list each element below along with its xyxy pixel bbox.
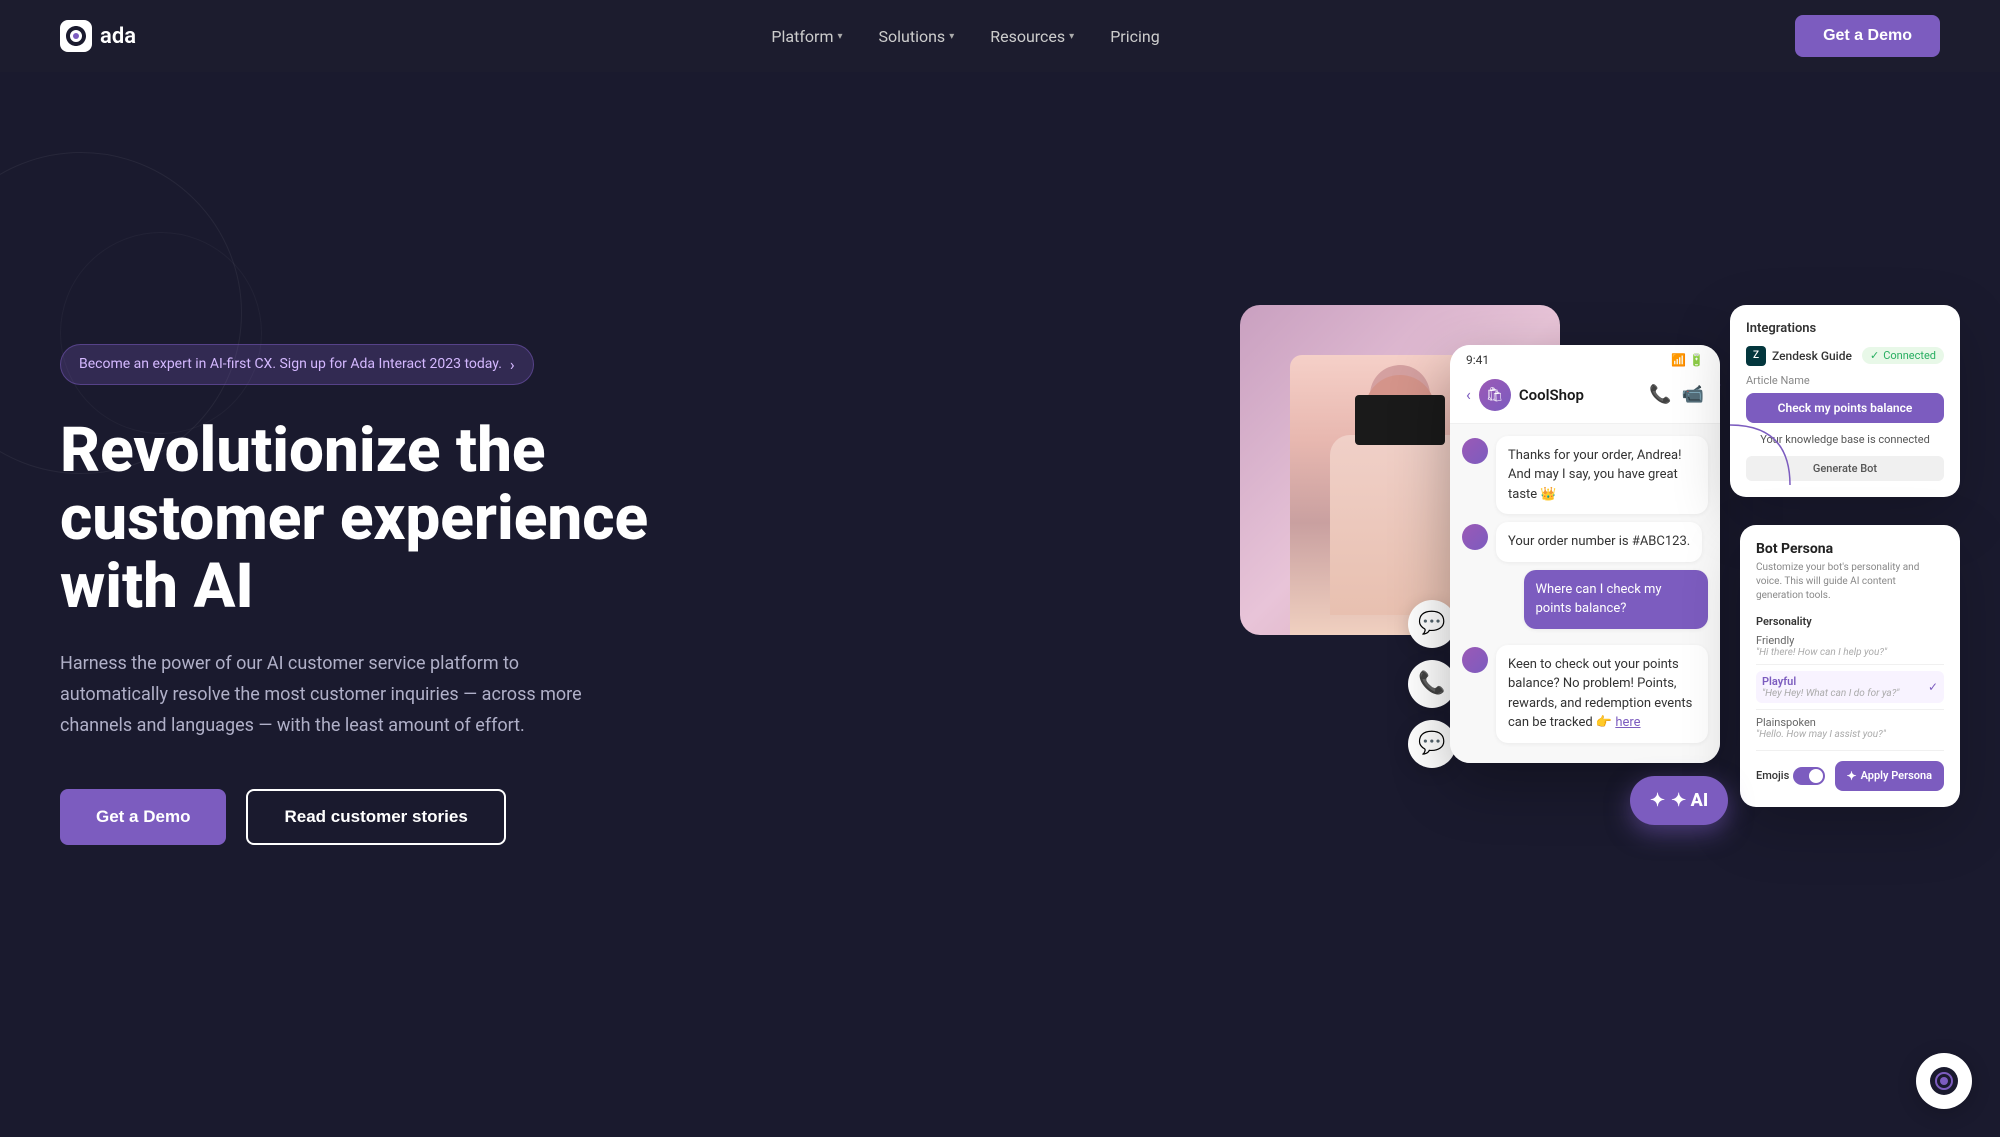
channel-icon-sms[interactable]: 💬 [1408,720,1456,768]
nav-get-demo-button[interactable]: Get a Demo [1795,15,1940,57]
chat-message-2: Your order number is #ABC123. [1462,522,1708,562]
user-bubble: Where can I check my points balance? [1524,570,1709,629]
apply-persona-button[interactable]: ✦ Apply Persona [1835,761,1945,791]
get-demo-button[interactable]: Get a Demo [60,789,226,845]
emojis-toggle[interactable] [1793,767,1825,785]
channel-icon-phone[interactable]: 📞 [1408,660,1456,708]
integrations-title: Integrations [1746,321,1944,336]
logo-text: ada [100,24,136,49]
integrations-card: Integrations Z Zendesk Guide ✓ Connected… [1730,305,1960,497]
bot-avatar-2 [1462,524,1488,550]
chevron-down-icon: ▾ [1069,31,1074,42]
nav-item-solutions[interactable]: Solutions ▾ [879,27,955,46]
read-stories-button[interactable]: Read customer stories [246,789,505,845]
phone-call-icon[interactable]: 📞 [1649,384,1671,405]
personality-option-friendly[interactable]: Friendly "Hi there! How can I help you?" [1756,634,1944,658]
emojis-label: Emojis [1756,769,1789,782]
hero-section: Become an expert in AI-first CX. Sign up… [0,72,2000,1137]
hero-badge[interactable]: Become an expert in AI-first CX. Sign up… [60,344,534,385]
navbar: ada Platform ▾ Solutions ▾ Resources ▾ P… [0,0,2000,72]
connected-badge: ✓ Connected [1862,347,1944,364]
nav-item-platform[interactable]: Platform ▾ [771,27,842,46]
badge-text: Become an expert in AI-first CX. Sign up… [79,356,502,372]
chat-header-left: ‹ 🛍 CoolShop [1466,379,1584,411]
chatbot-icon [1929,1066,1959,1096]
persona-title: Bot Persona [1756,541,1944,557]
persona-desc: Customize your bot's personality and voi… [1756,561,1944,603]
hero-buttons: Get a Demo Read customer stories [60,789,680,845]
nav-item-pricing[interactable]: Pricing [1110,27,1160,46]
badge-arrow-icon: › [510,355,515,374]
bot-avatar [1462,438,1488,464]
hero-illustration: 💬 📞 💬 9:41 📶 🔋 ‹ 🛍 CoolShop 📞 � [1240,305,1940,885]
chat-ui-card: 9:41 📶 🔋 ‹ 🛍 CoolShop 📞 📹 [1450,345,1720,763]
integration-row: Z Zendesk Guide ✓ Connected [1746,346,1944,366]
bot-bubble-2: Your order number is #ABC123. [1496,522,1702,562]
hero-title: Revolutionize the customer experience wi… [60,417,680,622]
zendesk-icon: Z [1746,346,1766,366]
chat-shop-name: CoolShop [1519,386,1584,404]
nav-item-resources[interactable]: Resources ▾ [990,27,1074,46]
kb-connected-text: Your knowledge base is connected [1746,433,1944,446]
chat-status-bar: 9:41 📶 🔋 [1450,345,1720,371]
bot-avatar-3 [1462,647,1488,673]
bot-bubble-1: Thanks for your order, Andrea! And may I… [1496,436,1708,515]
zendesk-logo: Z Zendesk Guide [1746,346,1852,366]
chat-time: 9:41 [1466,353,1489,367]
bot-bubble-4: Keen to check out your points balance? N… [1496,645,1708,743]
signal-icons: 📶 🔋 [1671,353,1704,367]
ai-label: ✦ AI [1671,790,1708,811]
ai-float-badge[interactable]: ✦ ✦ AI [1630,776,1728,825]
hero-description: Harness the power of our AI customer ser… [60,649,600,741]
chat-body: Thanks for your order, Andrea! And may I… [1450,424,1720,763]
channel-icon-messenger[interactable]: 💬 [1408,600,1456,648]
personality-label: Personality [1756,615,1944,628]
chat-message-1: Thanks for your order, Andrea! And may I… [1462,436,1708,515]
logo-icon [60,20,92,52]
check-selected-icon: ✓ [1928,680,1938,694]
sms-icon: 💬 [1418,731,1445,756]
chat-message-3: Where can I check my points balance? [1462,570,1708,637]
personality-option-plainspoken[interactable]: Plainspoken "Hello. How may I assist you… [1756,716,1944,740]
chat-link[interactable]: here [1615,715,1640,730]
emojis-row: Emojis ✦ Apply Persona [1756,761,1944,791]
chatbot-float-button[interactable] [1916,1053,1972,1109]
personality-option-playful[interactable]: Playful "Hey Hey! What can I do for ya?"… [1756,671,1944,703]
chat-header-icons: 📞 📹 [1649,384,1704,405]
chevron-down-icon: ▾ [949,31,954,42]
chat-message-4: Keen to check out your points balance? N… [1462,645,1708,743]
chat-avatar: 🛍 [1479,379,1511,411]
back-icon[interactable]: ‹ [1466,385,1471,404]
video-call-icon[interactable]: 📹 [1682,384,1704,405]
logo[interactable]: ada [60,20,136,52]
phone-icon: 📞 [1418,671,1445,696]
persona-card: Bot Persona Customize your bot's persona… [1740,525,1960,807]
generate-bot-button[interactable]: Generate Bot [1746,456,1944,481]
messenger-icon: 💬 [1418,611,1445,636]
check-icon: ✓ [1870,349,1879,362]
sparkle-icon: ✦ [1847,769,1857,783]
hero-content-left: Become an expert in AI-first CX. Sign up… [60,344,680,845]
article-name-label: Article Name [1746,374,1944,387]
sparkle-ai-icon: ✦ [1650,790,1665,811]
chat-header: ‹ 🛍 CoolShop 📞 📹 [1450,371,1720,424]
article-name-input[interactable]: Check my points balance [1746,393,1944,423]
nav-links: Platform ▾ Solutions ▾ Resources ▾ Prici… [771,27,1159,46]
chevron-down-icon: ▾ [837,31,842,42]
